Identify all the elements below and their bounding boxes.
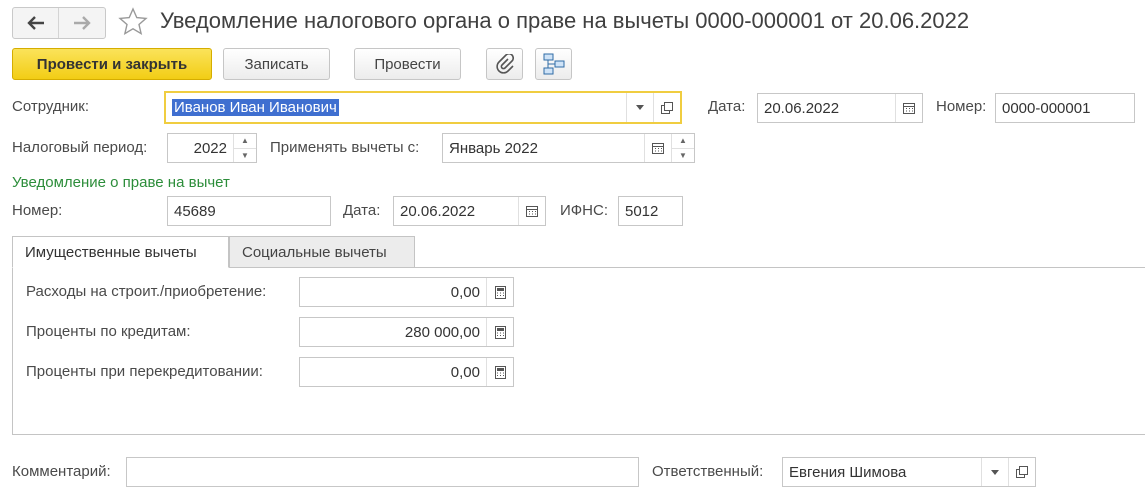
attach-button[interactable]	[486, 48, 523, 80]
number-label: Номер:	[936, 98, 987, 115]
ifns-label: ИФНС:	[560, 202, 609, 219]
arrow-right-icon	[73, 16, 91, 30]
refinance-field[interactable]: 0,00	[299, 357, 514, 387]
interest-field[interactable]: 280 000,00	[299, 317, 514, 347]
notice-number-label: Номер:	[12, 202, 63, 219]
notice-date-value: 20.06.2022	[400, 202, 476, 220]
notice-section-title: Уведомление о праве на вычет	[12, 174, 230, 191]
tax-period-field[interactable]: 2022 ▲ ▼	[167, 133, 257, 163]
expenses-value: 0,00	[450, 283, 480, 301]
interest-label: Проценты по кредитам:	[26, 323, 191, 340]
date-field[interactable]: 20.06.2022	[757, 93, 923, 123]
employee-value-wrap: Иванов Иван Иванович	[166, 99, 626, 116]
post-button[interactable]: Провести	[354, 48, 461, 80]
stepper-down-icon[interactable]: ▼	[234, 149, 256, 163]
responsible-label: Ответственный:	[652, 463, 764, 480]
responsible-value: Евгения Шимова	[789, 463, 907, 481]
notice-date-label: Дата:	[343, 202, 381, 219]
calendar-icon	[903, 103, 915, 114]
refinance-calculator-button[interactable]	[486, 358, 513, 386]
apply-from-field[interactable]: Январь 2022 ▲ ▼	[442, 133, 695, 163]
date-value: 20.06.2022	[764, 99, 840, 117]
tax-period-value: 2022	[193, 139, 227, 157]
page-title: Уведомление налогового органа о праве на…	[160, 8, 970, 33]
responsible-dropdown-button[interactable]	[981, 458, 1008, 486]
star-icon	[118, 7, 148, 36]
forward-button[interactable]	[59, 8, 104, 38]
apply-from-stepper[interactable]: ▲ ▼	[671, 134, 694, 162]
interest-value: 280 000,00	[404, 323, 480, 341]
apply-from-label: Применять вычеты с:	[270, 139, 420, 156]
save-button[interactable]: Записать	[223, 48, 330, 80]
notice-number-value: 45689	[174, 202, 216, 220]
open-form-icon	[1016, 466, 1028, 478]
ifns-field[interactable]: 5012	[618, 196, 683, 226]
arrow-left-icon	[26, 16, 44, 30]
ifns-value: 5012	[625, 202, 659, 220]
expenses-field[interactable]: 0,00	[299, 277, 514, 307]
document-structure-icon	[543, 53, 564, 75]
expenses-calculator-button[interactable]	[486, 278, 513, 306]
stepper-up-icon[interactable]: ▲	[672, 134, 694, 149]
date-label: Дата:	[708, 98, 746, 115]
tab-property-deductions[interactable]: Имущественные вычеты	[12, 236, 229, 268]
responsible-open-button[interactable]	[1008, 458, 1035, 486]
post-and-close-button[interactable]: Провести и закрыть	[12, 48, 212, 80]
apply-from-value: Январь 2022	[449, 139, 538, 157]
apply-from-calendar-button[interactable]	[644, 134, 671, 162]
employee-field[interactable]: Иванов Иван Иванович	[164, 91, 682, 124]
date-calendar-button[interactable]	[895, 94, 922, 122]
number-field[interactable]: 0000-000001	[995, 93, 1135, 123]
expenses-label: Расходы на строит./приобретение:	[26, 283, 267, 300]
favorite-star-button[interactable]	[118, 7, 148, 37]
number-value: 0000-000001	[1002, 99, 1091, 117]
tab-social-deductions[interactable]: Социальные вычеты	[229, 236, 415, 268]
stepper-down-icon[interactable]: ▼	[672, 149, 694, 163]
refinance-label: Проценты при перекредитовании:	[26, 363, 263, 380]
refinance-value: 0,00	[450, 363, 480, 381]
notice-date-field[interactable]: 20.06.2022	[393, 196, 546, 226]
notice-number-field[interactable]: 45689	[167, 196, 331, 226]
open-form-icon	[661, 101, 673, 114]
calendar-icon	[526, 206, 538, 217]
employee-value: Иванов Иван Иванович	[172, 99, 339, 116]
comment-field[interactable]	[126, 457, 639, 487]
responsible-field[interactable]: Евгения Шимова	[782, 457, 1036, 487]
calculator-icon	[494, 365, 506, 379]
tax-period-label: Налоговый период:	[12, 139, 148, 156]
chevron-down-icon	[991, 469, 999, 475]
interest-calculator-button[interactable]	[486, 318, 513, 346]
calendar-icon	[652, 143, 664, 154]
back-button[interactable]	[13, 8, 59, 38]
employee-open-button[interactable]	[653, 93, 680, 122]
comment-label: Комментарий:	[12, 463, 111, 480]
calculator-icon	[494, 325, 506, 339]
chevron-down-icon	[636, 105, 644, 110]
paperclip-icon	[495, 54, 514, 74]
document-structure-button[interactable]	[535, 48, 572, 80]
notice-date-calendar-button[interactable]	[518, 197, 545, 225]
employee-dropdown-button[interactable]	[626, 93, 653, 122]
employee-label: Сотрудник:	[12, 98, 90, 115]
nav-buttons	[12, 7, 106, 39]
stepper-up-icon[interactable]: ▲	[234, 134, 256, 149]
calculator-icon	[494, 285, 506, 299]
tax-period-stepper[interactable]: ▲ ▼	[233, 134, 256, 162]
